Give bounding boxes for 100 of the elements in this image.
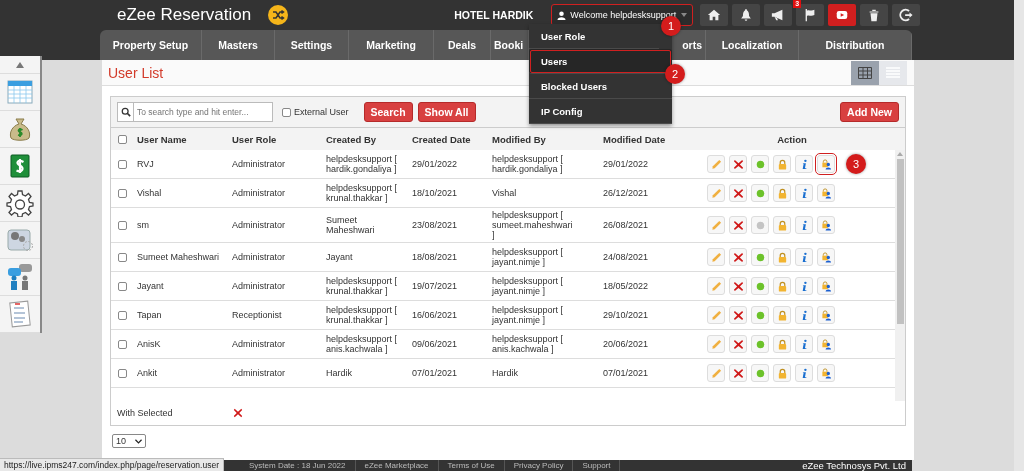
menu-item[interactable]: Users xyxy=(529,49,672,74)
table-cell-text: 26/08/2021 xyxy=(602,219,650,232)
hotel-name: HOTEL HARDIK xyxy=(454,9,534,21)
delete-icon xyxy=(732,219,744,231)
delete-icon xyxy=(732,338,744,350)
trash-button[interactable] xyxy=(860,4,889,26)
user-lock-icon xyxy=(820,251,832,263)
info-button[interactable] xyxy=(795,277,813,295)
row-checkbox[interactable] xyxy=(117,281,127,291)
shuffle-icon[interactable] xyxy=(268,5,289,25)
table-cell-text: 18/10/2021 xyxy=(411,187,459,200)
video-button[interactable] xyxy=(828,4,857,26)
footer-link[interactable]: eZee Marketplace xyxy=(355,460,439,471)
lock-button[interactable] xyxy=(773,184,791,202)
user-lock-button[interactable] xyxy=(817,184,835,202)
delete-icon xyxy=(732,309,744,321)
delete-button[interactable] xyxy=(729,216,747,234)
table-cell-text: helpdesksupport [ sumeet.maheshwari ] xyxy=(491,209,574,242)
home-button[interactable] xyxy=(700,4,729,26)
step-marker: 3 xyxy=(846,154,866,174)
info-button[interactable] xyxy=(795,364,813,382)
table-cell-text: Administrator xyxy=(231,338,286,351)
row-checkbox[interactable] xyxy=(117,368,127,378)
user-lock-button[interactable] xyxy=(817,306,835,324)
padlock-icon xyxy=(776,219,788,231)
lock-button[interactable] xyxy=(773,364,791,382)
user-lock-button[interactable] xyxy=(817,335,835,353)
column-header: User Role xyxy=(231,133,278,145)
user-lock-button[interactable] xyxy=(817,155,835,173)
grid-view-button[interactable] xyxy=(851,60,879,85)
pencil-icon xyxy=(710,280,722,292)
user-lock-icon xyxy=(820,309,832,321)
home-icon xyxy=(707,8,722,22)
table-cell-text: 19/07/2021 xyxy=(411,280,459,293)
search-button[interactable] xyxy=(117,102,133,122)
info-button[interactable] xyxy=(795,306,813,324)
info-button[interactable] xyxy=(795,335,813,353)
row-checkbox[interactable] xyxy=(117,159,127,169)
search-button[interactable]: Search xyxy=(363,102,413,122)
user-lock-button[interactable] xyxy=(817,364,835,382)
row-checkbox[interactable] xyxy=(117,310,127,320)
search-field[interactable]: To search type and hit enter... xyxy=(133,102,273,122)
delete-button[interactable] xyxy=(729,364,747,382)
info-button[interactable] xyxy=(795,184,813,202)
table-cell-text: 07/01/2021 xyxy=(602,367,650,380)
info-button[interactable] xyxy=(795,248,813,266)
bell-button[interactable] xyxy=(732,4,761,26)
delete-button[interactable] xyxy=(729,335,747,353)
table-cell-text: Administrator xyxy=(231,219,286,232)
checkbox[interactable] xyxy=(282,107,291,117)
padlock-icon xyxy=(776,187,788,199)
select-all-checkbox[interactable] xyxy=(117,134,127,144)
info-button[interactable] xyxy=(795,216,813,234)
logout-icon xyxy=(899,8,914,22)
table-cell-text: 23/08/2021 xyxy=(411,219,459,232)
lock-button[interactable] xyxy=(773,335,791,353)
delete-button[interactable] xyxy=(729,184,747,202)
delete-icon[interactable] xyxy=(232,408,243,418)
user-lock-button[interactable] xyxy=(817,277,835,295)
lock-button[interactable] xyxy=(773,277,791,295)
row-checkbox[interactable] xyxy=(117,252,127,262)
lock-button[interactable] xyxy=(773,216,791,234)
megaphone-button[interactable] xyxy=(764,4,793,26)
delete-button[interactable] xyxy=(729,155,747,173)
pencil-icon xyxy=(710,309,722,321)
delete-icon xyxy=(732,251,744,263)
lock-button[interactable] xyxy=(773,155,791,173)
calendar-icon xyxy=(6,78,34,106)
row-checkbox[interactable] xyxy=(117,188,127,198)
row-checkbox[interactable] xyxy=(117,220,127,230)
table-cell-text: helpdesksupport [ hardik.gondaliya ] xyxy=(325,153,399,176)
user-icon xyxy=(557,10,567,20)
row-checkbox[interactable] xyxy=(117,339,127,349)
footer-link[interactable]: System Date : 18 Jun 2022 xyxy=(240,460,356,471)
bell-icon xyxy=(739,8,754,22)
show-all-button[interactable]: Show All xyxy=(417,102,476,122)
lock-button[interactable] xyxy=(773,248,791,266)
delete-button[interactable] xyxy=(729,248,747,266)
pencil-icon xyxy=(710,338,722,350)
delete-button[interactable] xyxy=(729,277,747,295)
page-size-select[interactable]: 10 xyxy=(112,434,146,448)
table-cell-text: helpdesksupport [ krunal.thakkar ] xyxy=(325,304,399,327)
delete-button[interactable] xyxy=(729,306,747,324)
user-lock-button[interactable] xyxy=(817,248,835,266)
footer-link[interactable]: Terms of Use xyxy=(438,460,505,471)
table-cell-text: helpdesksupport [ krunal.thakkar ] xyxy=(325,275,399,298)
info-button[interactable] xyxy=(795,155,813,173)
link-status-url: https://live.ipms247.com/index.php/page/reservation.user xyxy=(0,458,224,471)
table-cell-text: RVJ xyxy=(136,158,155,171)
table-cell-text: helpdesksupport [ anis.kachwala ] xyxy=(325,333,399,356)
delete-icon xyxy=(732,280,744,292)
footer-link[interactable]: Support xyxy=(573,460,621,471)
footer-link[interactable]: Privacy Policy xyxy=(504,460,574,471)
table-cell-text: 26/12/2021 xyxy=(602,187,650,200)
table-cell-text: 09/06/2021 xyxy=(411,338,459,351)
logout-button[interactable] xyxy=(892,4,921,26)
user-lock-button[interactable] xyxy=(817,216,835,234)
add-new-button[interactable]: Add New xyxy=(840,102,899,122)
lock-button[interactable] xyxy=(773,306,791,324)
bulk-action-label: With Selected xyxy=(117,408,173,418)
